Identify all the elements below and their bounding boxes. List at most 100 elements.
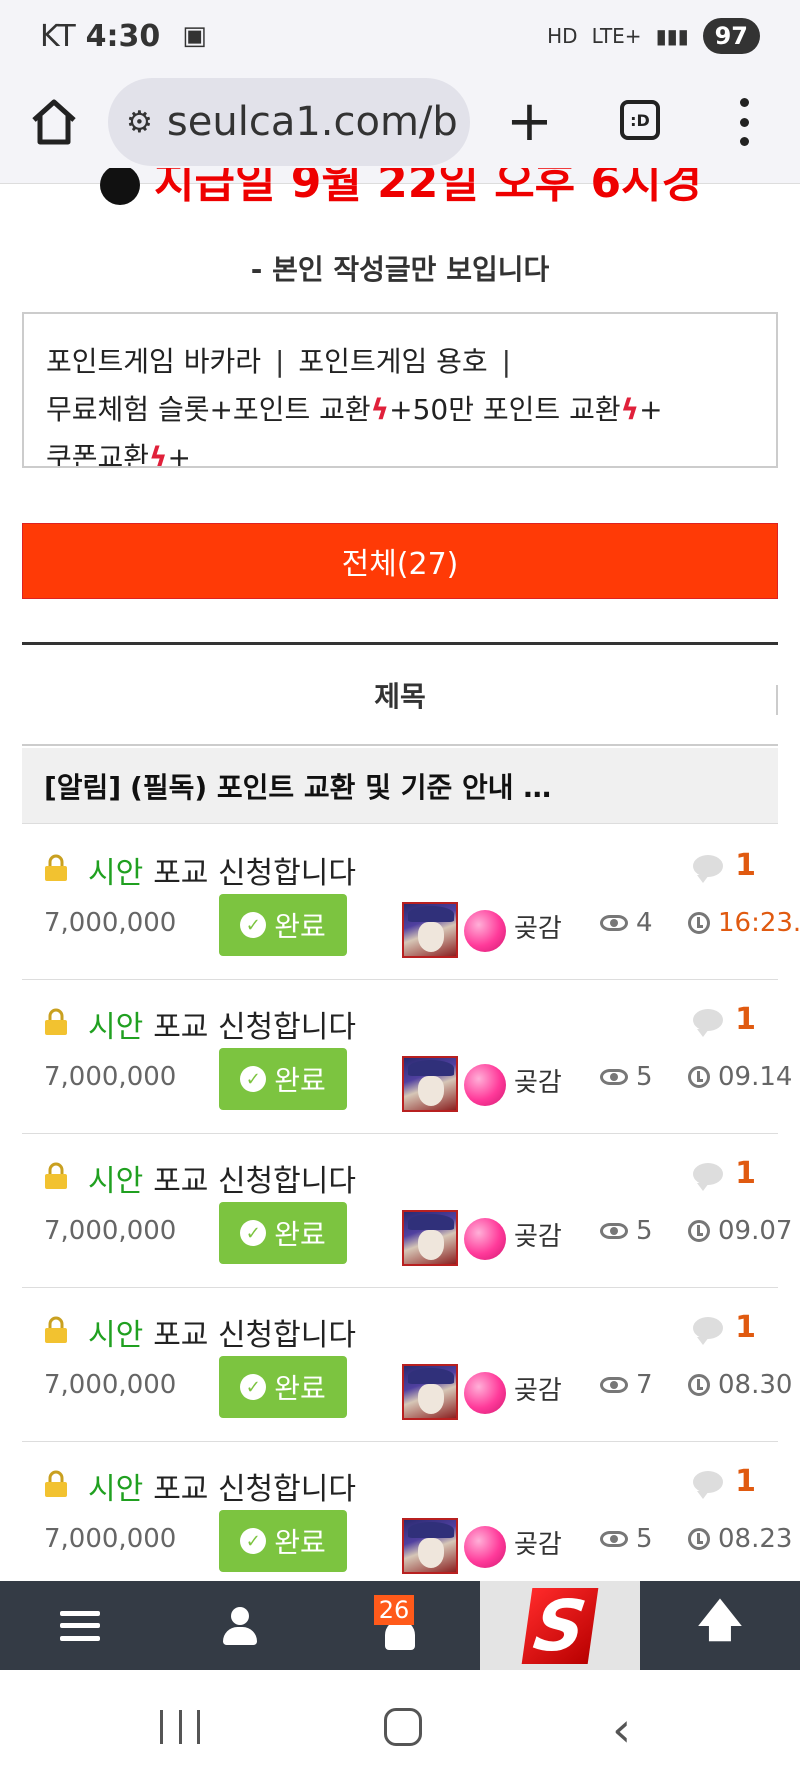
plus-text: + [389, 393, 413, 426]
status-badge: ✓ 완료 [219, 894, 347, 956]
post-title[interactable]: 시안 포교 신청합니다 [88, 1002, 356, 1046]
check-icon: ✓ [240, 1528, 267, 1554]
battery-level: 97 [702, 18, 760, 54]
system-nav-bar: ‹ [0, 1670, 800, 1778]
eye-icon [600, 1069, 628, 1085]
clock-time: 4:30 [85, 18, 161, 54]
comment-icon [693, 1470, 724, 1499]
category-link[interactable]: 50만 포인트 교환 [413, 393, 621, 426]
post-title[interactable]: 시안 포교 신청합니다 [88, 1464, 356, 1508]
category-link[interactable]: +포인트 교환 [209, 393, 370, 426]
table-row[interactable]: 시안 포교 신청합니다 1 7,000,000 ✓ 완료 곶감 7 08.30 [22, 1288, 792, 1442]
author-name[interactable]: 곶감 [514, 1524, 562, 1561]
status-badge: ✓ 완료 [219, 1356, 347, 1418]
clock-icon [688, 1374, 710, 1396]
hamburger-icon [60, 1610, 100, 1641]
lock-icon [45, 854, 67, 881]
comment-count: 1 [693, 1156, 756, 1191]
avatar [402, 1210, 458, 1266]
level-icon [464, 1372, 506, 1414]
category-link[interactable]: 포인트게임 바카라 [46, 345, 261, 378]
browser-menu-icon[interactable] [738, 98, 750, 146]
status-badge: ✓ 완료 [219, 1202, 347, 1264]
author-name[interactable]: 곶감 [514, 1216, 562, 1253]
comment-icon [693, 854, 724, 883]
table-row[interactable]: 시안 포교 신청합니다 1 7,000,000 ✓ 완료 곶감 5 09.07 [22, 1134, 792, 1288]
status-badge: ✓ 완료 [219, 1510, 347, 1572]
payout-heading: 지급일 9월 22일 오후 6시경 [100, 168, 740, 208]
home-icon[interactable] [28, 96, 80, 148]
network-label: LTE+ [591, 24, 642, 48]
avatar [402, 1518, 458, 1574]
level-icon [464, 1526, 506, 1568]
hot-icon: ϟ [370, 393, 390, 426]
notification-badge: 26 [374, 1595, 414, 1625]
clock-icon [688, 1066, 710, 1088]
lock-icon [45, 1008, 67, 1035]
hd-icon: HD [547, 24, 578, 48]
post-date: 09.07 [688, 1216, 792, 1246]
category-box: 포인트게임 바카라 | 포인트게임 용호 | 무료체험 슬롯+포인트 교환ϟ+50만 … [22, 312, 778, 468]
new-tab-icon[interactable]: + [506, 94, 553, 150]
menu-button[interactable] [0, 1581, 160, 1670]
point-amount: 7,000,000 [44, 1216, 177, 1246]
check-icon: ✓ [240, 1066, 267, 1092]
post-list: 시안포교 신청합니다 1 7,000,000 ✓완료 곶감 4 16:23.. … [22, 826, 800, 1596]
address-bar[interactable]: ⚙ seulca1.com/b [108, 78, 470, 166]
post-title[interactable]: 시안 포교 신청합니다 [88, 848, 356, 892]
category-link[interactable]: 쿠폰교환 [46, 441, 149, 466]
post-date: 16:23.. [688, 908, 800, 938]
comment-count: 1 [693, 848, 756, 883]
profile-button[interactable] [160, 1581, 320, 1670]
status-badge: ✓ 완료 [219, 1048, 347, 1110]
lock-icon [45, 1162, 67, 1189]
signal-icon: ▮▮▮ [655, 24, 689, 48]
post-title[interactable]: 시안 포교 신청합니다 [88, 1156, 356, 1200]
category-link[interactable]: 포인트게임 용호 [298, 345, 487, 378]
level-icon [464, 1218, 506, 1260]
system-home-icon[interactable] [384, 1708, 422, 1746]
plus-text: + [167, 441, 191, 468]
comment-count: 1 [693, 1002, 756, 1037]
recent-apps-icon[interactable] [160, 1710, 200, 1744]
site-settings-icon[interactable]: ⚙ [126, 105, 153, 140]
level-icon [464, 910, 506, 952]
category-separator: | [274, 345, 285, 378]
site-logo-button[interactable]: S [480, 1581, 640, 1670]
category-separator: | [501, 345, 512, 378]
pinned-notice-row[interactable]: [알림] (필독) 포인트 교환 및 기준 안내 … [22, 748, 778, 824]
author-name[interactable]: 곶감 [514, 1062, 562, 1099]
lock-icon [45, 1316, 67, 1343]
scroll-top-button[interactable]: 🡅 [640, 1581, 800, 1670]
post-date: 08.30 [688, 1370, 792, 1400]
view-count: 5 [600, 1216, 653, 1246]
post-category: 시안 [88, 1472, 144, 1507]
carrier-label: KT [40, 18, 76, 54]
table-row[interactable]: 시안 포교 신청합니다 1 7,000,000 ✓ 완료 곶감 5 08.23 [22, 1442, 792, 1596]
author-name[interactable]: 곶감 [514, 908, 562, 945]
point-amount: 7,000,000 [44, 908, 177, 938]
post-category: 시안 [88, 1010, 144, 1045]
avatar [402, 1364, 458, 1420]
view-count: 5 [600, 1524, 653, 1554]
post-title[interactable]: 시안 포교 신청합니다 [88, 1310, 356, 1354]
comment-icon [693, 1008, 724, 1037]
back-icon[interactable]: ‹ [612, 1702, 631, 1758]
view-count: 7 [600, 1370, 653, 1400]
clock-icon [688, 1220, 710, 1242]
point-amount: 7,000,000 [44, 1062, 177, 1092]
comment-count: 1 [693, 1310, 756, 1345]
clock-icon [688, 1528, 710, 1550]
level-icon [464, 1064, 506, 1106]
post-date: 08.23 [688, 1524, 792, 1554]
clock-icon [688, 912, 710, 934]
all-posts-button[interactable]: 전체(27) [22, 523, 778, 599]
check-icon: ✓ [240, 1220, 267, 1246]
table-row[interactable]: 시안 포교 신청합니다 1 7,000,000 ✓ 완료 곶감 5 09.14 [22, 980, 792, 1134]
tab-switcher-button[interactable]: :D [620, 100, 660, 140]
table-row[interactable]: 시안포교 신청합니다 1 7,000,000 ✓완료 곶감 4 16:23.. [22, 826, 800, 980]
bullet-icon [100, 168, 140, 205]
category-link[interactable]: 무료체험 슬롯 [46, 393, 209, 426]
author-name[interactable]: 곶감 [514, 1370, 562, 1407]
own-posts-notice: - 본인 작성글만 보입니다 [250, 253, 550, 286]
